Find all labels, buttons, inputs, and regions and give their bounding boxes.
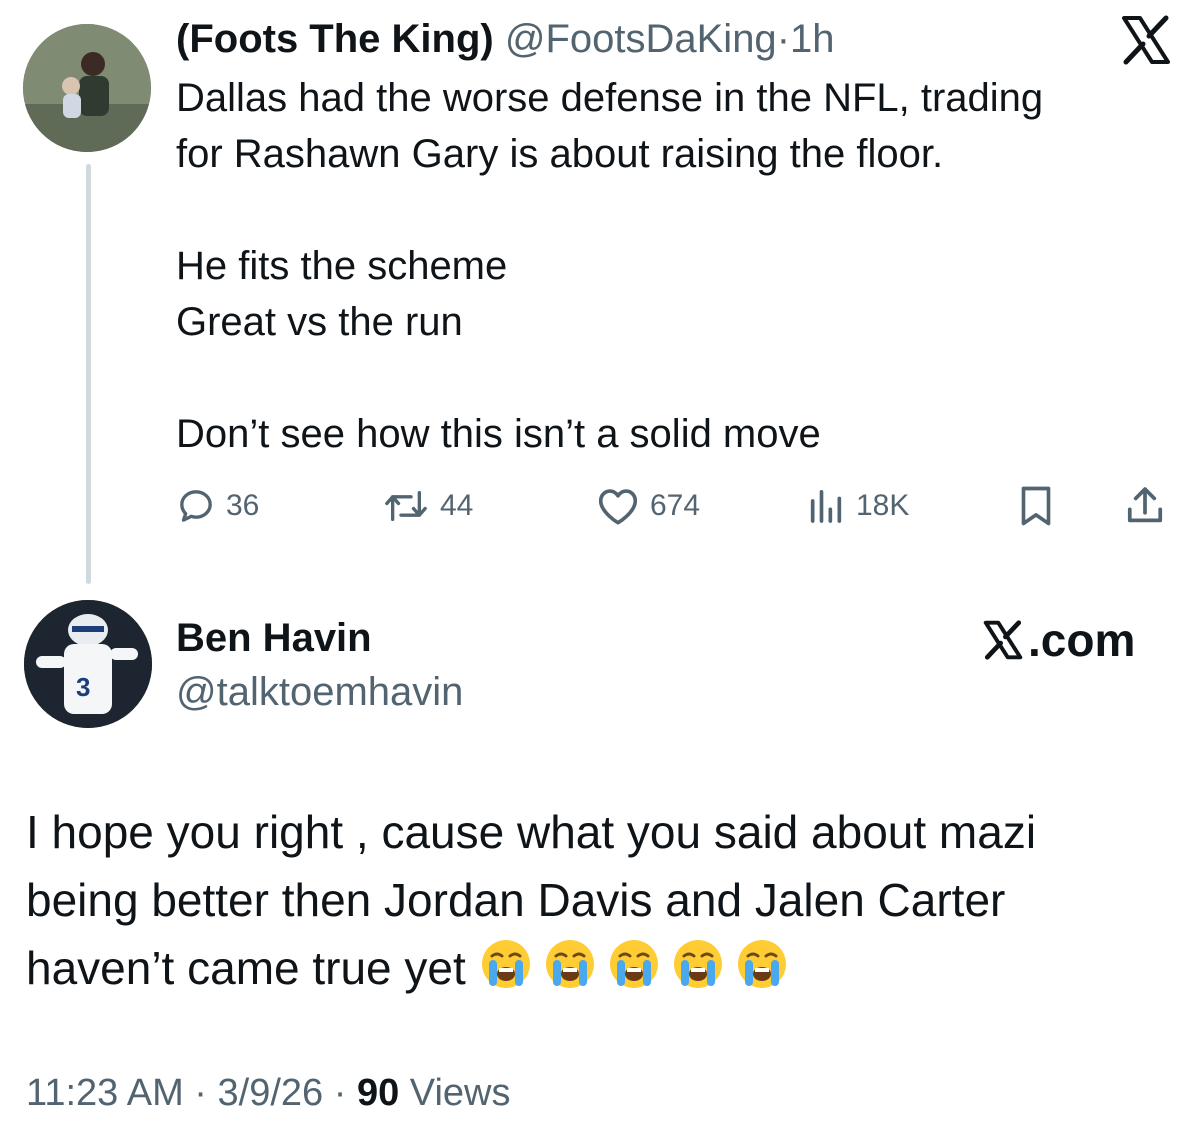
avatar-ben-havin[interactable]: 3	[24, 600, 152, 728]
header-separator: ·	[776, 17, 791, 61]
tweet-date[interactable]: 3/9/26	[218, 1072, 324, 1114]
tweet-line: Great vs the run	[176, 300, 463, 344]
quoted-handle[interactable]: @FootsDaKing	[505, 17, 777, 61]
x-logo-icon	[983, 620, 1023, 660]
like-button[interactable]: 674	[596, 484, 700, 528]
avatar-photo: 3	[24, 600, 152, 728]
x-com-watermark: .com	[980, 612, 1135, 668]
like-icon	[598, 489, 638, 525]
reply-tweet-text: I hope you right , cause what you said a…	[26, 798, 1176, 1002]
thread-connector-line	[86, 164, 91, 584]
tweet-meta: 11:23 AM · 3/9/26 · 90 Views	[26, 1068, 510, 1118]
svg-text:3: 3	[76, 672, 90, 702]
tweet-line: I hope you right , cause what you said a…	[26, 806, 1037, 858]
tweet-line: for Rashawn Gary is about raising the fl…	[176, 132, 944, 176]
tweet-line: Don’t see how this isn’t a solid move	[176, 412, 821, 456]
quoted-tweet-header: (Foots The King) @FootsDaKing·1h	[176, 14, 835, 64]
reply-handle[interactable]: @talktoemhavin	[176, 668, 463, 716]
tweet-time[interactable]: 11:23 AM	[26, 1072, 184, 1114]
repost-icon	[385, 491, 427, 521]
crying-face-emoji-icon	[545, 940, 594, 988]
quoted-display-name[interactable]: (Foots The King)	[176, 17, 494, 61]
quoted-timestamp[interactable]: 1h	[790, 17, 835, 61]
tweet-line-text: haven’t came true yet	[26, 942, 466, 994]
meta-separator: ·	[194, 1072, 207, 1114]
repost-count: 44	[440, 489, 474, 522]
meta-separator: ·	[333, 1072, 347, 1114]
bookmark-icon	[1021, 486, 1051, 526]
views-icon	[810, 490, 842, 523]
reply-display-name[interactable]: Ben Havin	[176, 614, 372, 662]
tweet-line: being better then Jordan Davis and Jalen…	[26, 874, 1006, 926]
emoji-row	[480, 938, 800, 990]
crying-face-emoji-icon	[481, 940, 530, 988]
x-logo-icon	[1118, 12, 1174, 68]
crying-face-emoji-icon	[609, 940, 658, 988]
like-count: 674	[650, 489, 701, 522]
quoted-tweet-text: Dallas had the worse defense in the NFL,…	[176, 70, 1043, 462]
share-button[interactable]	[1124, 484, 1166, 528]
views-label: Views	[409, 1072, 511, 1114]
avatar-photo	[23, 24, 151, 152]
crying-face-emoji-icon	[737, 940, 786, 988]
share-icon	[1127, 487, 1163, 523]
crying-face-emoji-icon	[673, 940, 722, 988]
reply-icon	[180, 490, 212, 522]
tweet-line: He fits the scheme	[176, 244, 508, 288]
views-count: 90	[356, 1072, 400, 1114]
x-com-label: .com	[1028, 614, 1136, 666]
repost-button[interactable]: 44	[382, 484, 473, 528]
bookmark-button[interactable]	[1016, 484, 1056, 528]
reply-button[interactable]: 36	[176, 484, 259, 528]
reply-count: 36	[226, 489, 260, 522]
views-count: 18K	[856, 489, 910, 522]
avatar-foots-the-king[interactable]	[23, 24, 151, 152]
tweet-line: haven’t came true yet	[26, 934, 1176, 1002]
tweet-line: Dallas had the worse defense in the NFL,…	[176, 76, 1044, 120]
views-button[interactable]: 18K	[806, 484, 909, 528]
